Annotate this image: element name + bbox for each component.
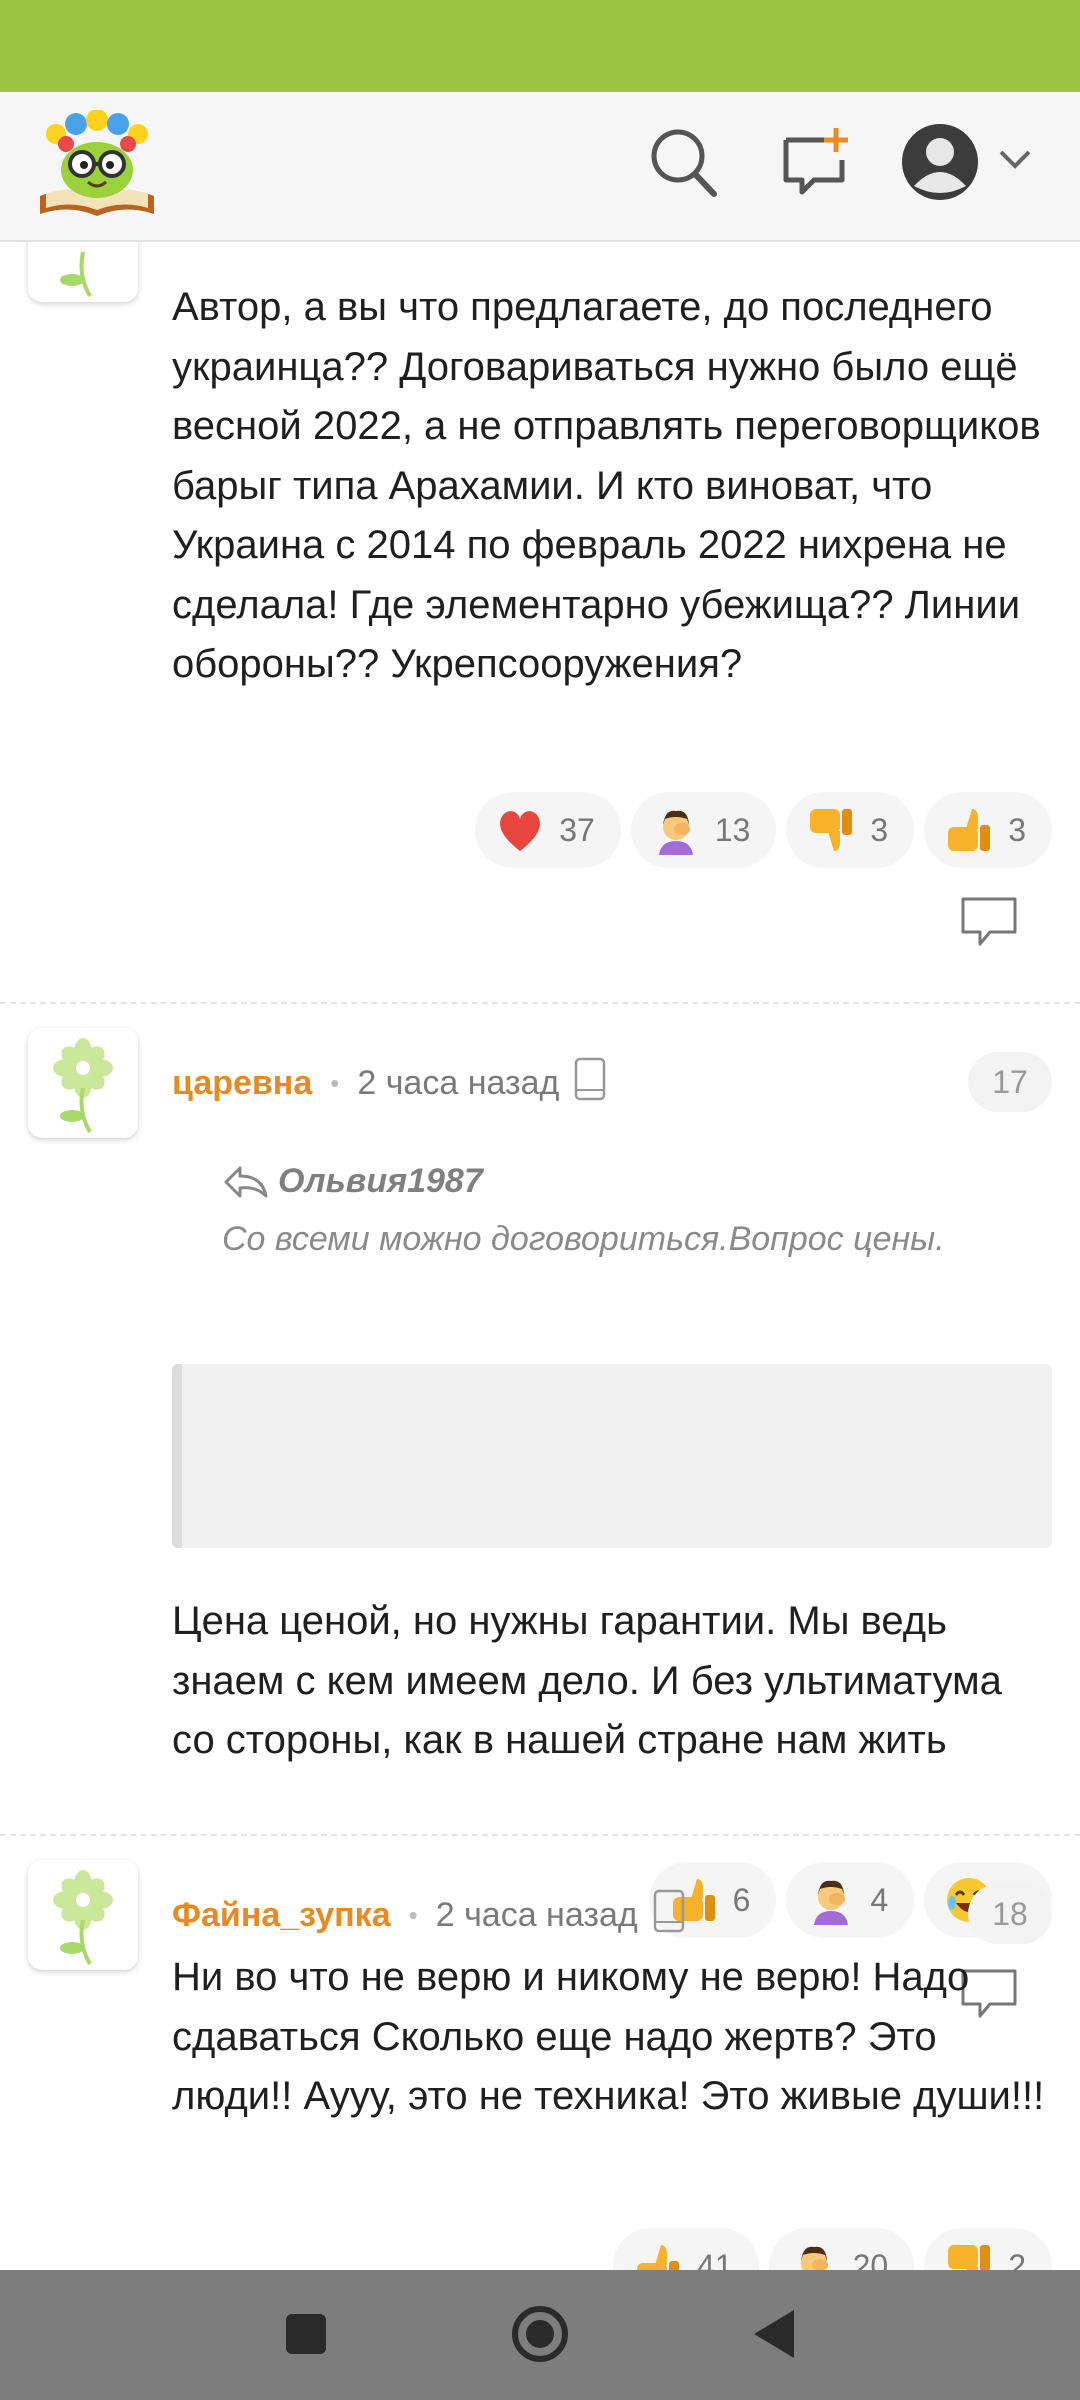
timestamp: 2 часа назад: [357, 1063, 560, 1102]
comment-number-badge[interactable]: 18: [968, 1884, 1052, 1944]
reaction-thumbs-down[interactable]: 3: [786, 792, 915, 868]
search-icon[interactable]: [646, 122, 720, 207]
comment-meta: Файна_зупка • 2 часа назад: [172, 1888, 686, 1943]
reaction-count: 3: [1008, 811, 1026, 848]
thumbs-down-icon: [806, 805, 856, 855]
reaction-facepalm[interactable]: 13: [630, 792, 777, 868]
reaction-thumbs-down[interactable]: 2: [924, 2228, 1052, 2270]
reaction-count: 4: [870, 1881, 889, 1918]
system-navigation-bar: [0, 2270, 1080, 2400]
home-button[interactable]: [510, 2304, 570, 2369]
avatar[interactable]: [28, 240, 138, 302]
reactions-bar: 37 13 3 3: [475, 792, 1052, 868]
separator-dot: •: [330, 1067, 340, 1098]
comment-number-badge[interactable]: 17: [968, 1052, 1052, 1112]
reply-icon[interactable]: [960, 896, 1018, 953]
quote-author[interactable]: Ольвия1987: [222, 1162, 483, 1201]
separator-dot: •: [408, 1899, 418, 1930]
reaction-count: 13: [714, 811, 751, 848]
reaction-facepalm[interactable]: 4: [786, 1862, 915, 1938]
facepalm-icon: [806, 1875, 856, 1925]
mobile-device-icon: [573, 1056, 607, 1111]
back-button[interactable]: [752, 2308, 796, 2365]
chevron-down-icon[interactable]: [998, 148, 1032, 175]
reply-arrow-icon: [222, 1164, 270, 1200]
reaction-count: 3: [870, 811, 889, 848]
quoted-comment: [172, 1364, 1052, 1548]
thumbs-down-icon: [944, 2241, 994, 2270]
recents-button[interactable]: [284, 2312, 328, 2361]
quote-content: Ольвия1987 Со всеми можно договориться.В…: [172, 1124, 1052, 1308]
avatar[interactable]: [28, 1028, 138, 1138]
reaction-count: 2: [1008, 2247, 1026, 2271]
author-name[interactable]: Файна_зупка: [172, 1896, 391, 1935]
reaction-thumbs-up[interactable]: 3: [924, 792, 1052, 868]
thumbs-up-icon: [633, 2241, 683, 2270]
comment-text: Цена ценой, но нужны гарантии. Мы ведь з…: [172, 1599, 1002, 1762]
timestamp: 2 часа назад: [435, 1895, 638, 1934]
reactions-bar: 41 20 2: [613, 2228, 1052, 2270]
reaction-count: 37: [559, 811, 595, 848]
comment-meta: царевна • 2 часа назад: [172, 1056, 607, 1111]
facepalm-icon: [789, 2241, 839, 2270]
status-bar: [0, 0, 1080, 92]
reaction-count: 41: [697, 2247, 733, 2271]
new-message-icon[interactable]: [780, 126, 852, 203]
mobile-device-icon: [652, 1888, 686, 1943]
user-avatar-icon[interactable]: [900, 122, 980, 207]
author-name[interactable]: царевна: [172, 1064, 312, 1103]
comment-text: Автор, а вы что предлагаете, до последне…: [172, 285, 1041, 686]
reaction-count: 20: [852, 2247, 889, 2271]
reaction-facepalm[interactable]: 20: [768, 2228, 915, 2271]
reaction-heart[interactable]: 37: [475, 792, 621, 868]
comment-text: Ни во что не верю и никому не верю! Надо…: [172, 1955, 1045, 2118]
avatar[interactable]: [28, 1860, 138, 1970]
heart-icon: [495, 807, 545, 853]
site-logo[interactable]: [34, 109, 160, 222]
reaction-thumbs-up[interactable]: 41: [613, 2228, 759, 2270]
comment-divider: [0, 1834, 1080, 1836]
quote-text: Со всеми можно договориться.Вопрос цены.: [222, 1220, 945, 1258]
thumbs-up-icon: [944, 805, 994, 855]
facepalm-icon: [651, 805, 701, 855]
comment-divider: [0, 1002, 1080, 1004]
app-header: [0, 92, 1080, 242]
reaction-count: 6: [732, 1881, 751, 1918]
